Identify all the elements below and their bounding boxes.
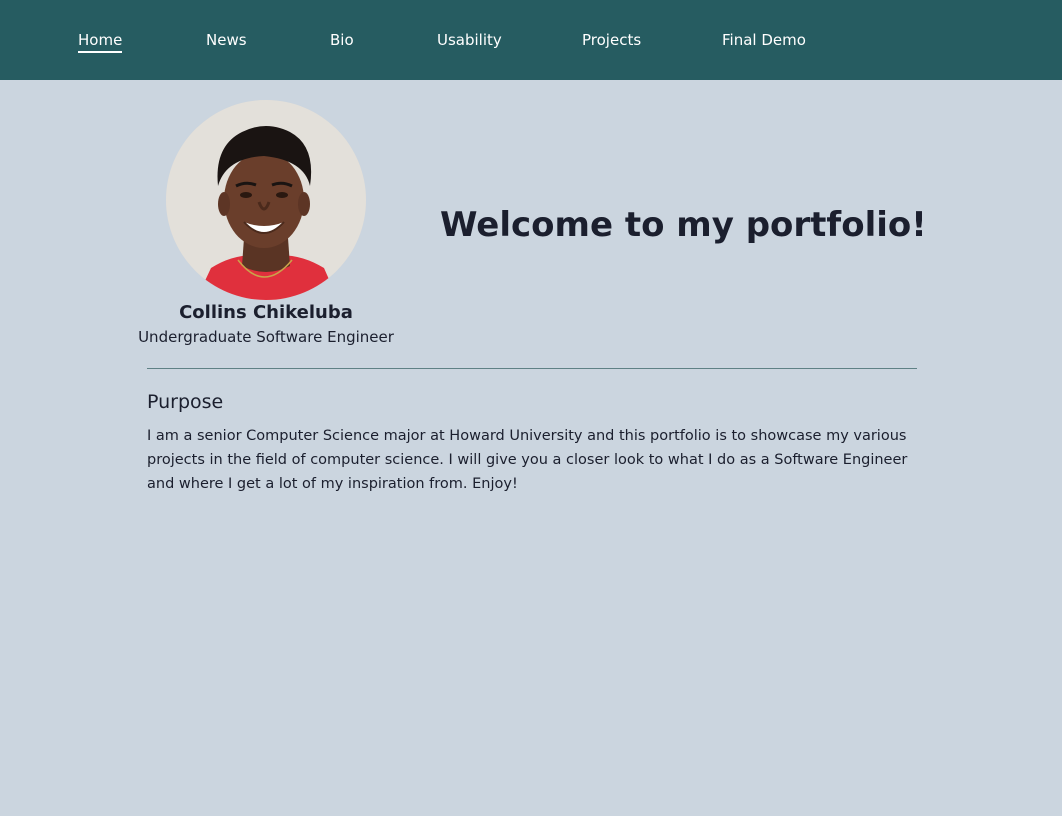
- nav-bio-link[interactable]: Bio: [330, 30, 354, 50]
- section-divider: [147, 368, 917, 369]
- purpose-heading: Purpose: [147, 391, 224, 413]
- profile-name: Collins Chikeluba: [179, 302, 353, 323]
- profile-role: Undergraduate Software Engineer: [138, 328, 394, 346]
- nav-usability-link[interactable]: Usability: [437, 30, 502, 50]
- nav-home-link[interactable]: Home: [78, 30, 123, 53]
- profile-avatar: [166, 100, 366, 300]
- nav-projects-link[interactable]: Projects: [582, 30, 641, 50]
- page-title: Welcome to my portfolio!: [440, 205, 927, 245]
- top-navbar: Home News Bio Usability Projects Final D…: [0, 0, 1062, 80]
- nav-news-link[interactable]: News: [206, 30, 247, 50]
- profile-photo-icon: [166, 100, 366, 300]
- purpose-text: I am a senior Computer Science major at …: [147, 428, 908, 492]
- nav-final-demo-link[interactable]: Final Demo: [722, 30, 806, 50]
